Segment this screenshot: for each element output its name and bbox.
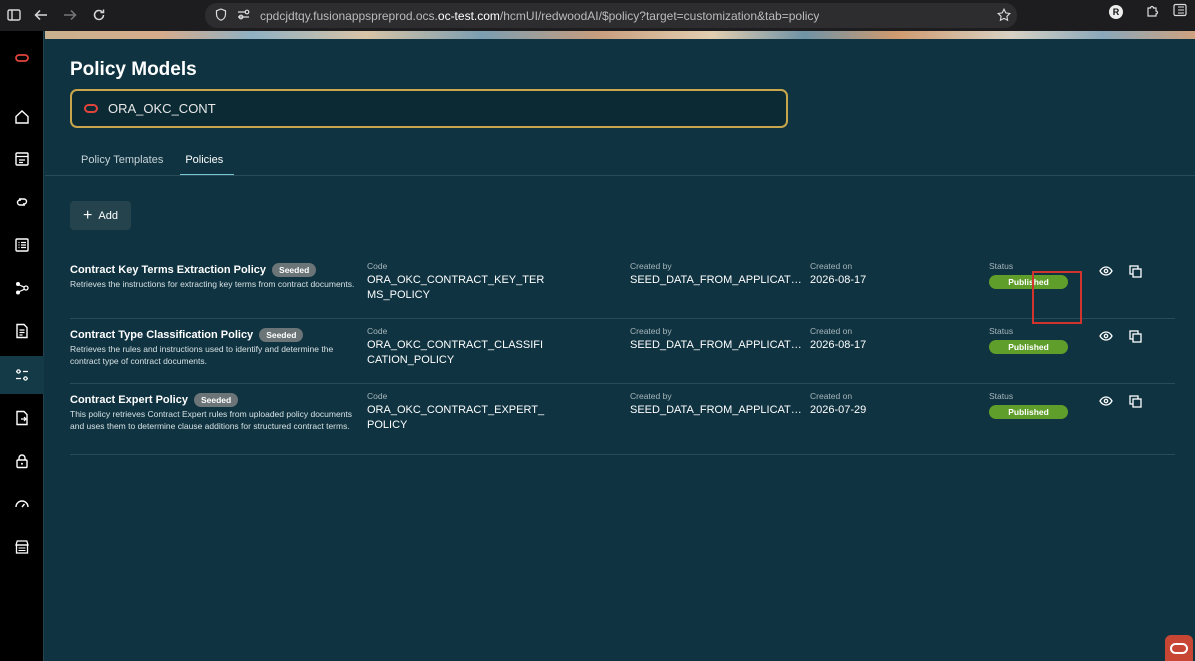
gauge-icon[interactable] xyxy=(0,485,44,523)
back-icon[interactable] xyxy=(29,3,53,27)
created-on-label: Created on xyxy=(810,261,853,271)
extensions-icon[interactable] xyxy=(1145,3,1159,20)
address-bar[interactable]: cpdcjdtqy.fusionappspreprod.ocs.oc-test.… xyxy=(205,3,1017,28)
site-settings-icon[interactable] xyxy=(237,9,250,23)
seeded-badge: Seeded xyxy=(259,328,304,342)
duplicate-icon[interactable] xyxy=(1124,260,1146,282)
policy-name[interactable]: Contract Key Terms Extraction Policy xyxy=(70,264,266,276)
forward-icon[interactable] xyxy=(58,3,82,27)
workflow-icon[interactable] xyxy=(0,269,44,307)
reload-icon[interactable] xyxy=(87,3,111,27)
created-on-label: Created on xyxy=(810,391,853,401)
status-label: Status xyxy=(989,326,1014,336)
main-content: Policy Models Policy Templates Policies … xyxy=(45,39,1195,661)
policy-row[interactable]: Contract Key Terms Extraction Policy See… xyxy=(70,254,1175,319)
navigation-rail xyxy=(0,31,44,661)
policy-description: Retrieves the instructions for extractin… xyxy=(70,279,355,289)
policy-created-by: SEED_DATA_FROM_APPLICAT… xyxy=(630,339,802,351)
policy-models-icon[interactable] xyxy=(0,356,44,394)
shield-icon[interactable] xyxy=(215,7,227,24)
browser-toolbar: cpdcjdtqy.fusionappspreprod.ocs.oc-test.… xyxy=(0,0,1195,31)
status-badge: Published xyxy=(989,340,1068,354)
view-icon[interactable] xyxy=(1095,325,1117,347)
policy-created-on: 2026-08-17 xyxy=(810,339,867,351)
policy-code: ORA_OKC_CONTRACT_KEY_TERMS_POLICY xyxy=(367,274,545,301)
menu-icon[interactable] xyxy=(1173,3,1187,20)
integrations-icon[interactable] xyxy=(0,183,44,221)
tab-divider xyxy=(45,175,1195,176)
inbox-icon[interactable] xyxy=(0,140,44,178)
profile-avatar[interactable]: R xyxy=(1109,4,1123,19)
policy-created-by: SEED_DATA_FROM_APPLICAT… xyxy=(630,274,802,286)
policy-created-on: 2026-08-17 xyxy=(810,274,867,286)
lock-icon[interactable] xyxy=(0,442,44,480)
oracle-logo-icon[interactable] xyxy=(0,39,44,77)
status-label: Status xyxy=(989,391,1014,401)
created-by-label: Created by xyxy=(630,326,672,336)
duplicate-icon[interactable] xyxy=(1124,390,1146,412)
status-badge: Published xyxy=(989,405,1068,419)
add-button[interactable]: + Add xyxy=(70,201,131,230)
tab-policies[interactable]: Policies xyxy=(174,149,235,176)
view-icon[interactable] xyxy=(1095,260,1117,282)
created-by-label: Created by xyxy=(630,391,672,401)
decorative-banner xyxy=(45,31,1195,39)
created-by-label: Created by xyxy=(630,261,672,271)
policy-created-on: 2026-07-29 xyxy=(810,404,867,416)
oracle-search-icon xyxy=(84,104,98,113)
page-title: Policy Models xyxy=(70,59,197,80)
store-icon[interactable] xyxy=(0,528,44,566)
code-label: Code xyxy=(367,326,388,336)
policy-code: ORA_OKC_CONTRACT_CLASSIFICATION_POLICY xyxy=(367,339,544,366)
policy-description: This policy retrieves Contract Expert ru… xyxy=(70,409,353,431)
status-label: Status xyxy=(989,261,1014,271)
url-text[interactable]: cpdcjdtqy.fusionappspreprod.ocs.oc-test.… xyxy=(260,9,819,23)
sidebar-toggle-icon[interactable] xyxy=(2,3,26,27)
policy-code: ORA_OKC_CONTRACT_EXPERT_POLICY xyxy=(367,404,545,431)
seeded-badge: Seeded xyxy=(193,393,239,407)
oracle-assistant-icon[interactable] xyxy=(1165,635,1193,661)
policy-row[interactable]: Contract Expert Policy Seeded This polic… xyxy=(70,384,1175,455)
highlight-annotation xyxy=(1032,271,1082,324)
policy-row[interactable]: Contract Type Classification Policy Seed… xyxy=(70,319,1175,384)
tab-policy-templates[interactable]: Policy Templates xyxy=(70,149,174,176)
home-icon[interactable] xyxy=(0,98,44,136)
search-input[interactable] xyxy=(108,101,708,116)
document-icon[interactable] xyxy=(0,312,44,350)
duplicate-icon[interactable] xyxy=(1124,325,1146,347)
view-icon[interactable] xyxy=(1095,390,1117,412)
policy-created-by: SEED_DATA_FROM_APPLICAT… xyxy=(630,404,802,416)
search-field[interactable] xyxy=(70,89,788,128)
policy-name[interactable]: Contract Type Classification Policy xyxy=(70,329,253,341)
code-label: Code xyxy=(367,261,388,271)
list-icon[interactable] xyxy=(0,226,44,264)
policy-description: Retrieves the rules and instructions use… xyxy=(70,344,334,366)
document-export-icon[interactable] xyxy=(0,399,44,437)
tab-bar: Policy Templates Policies xyxy=(70,149,235,176)
bookmark-star-icon[interactable] xyxy=(997,7,1011,25)
policy-name[interactable]: Contract Expert Policy xyxy=(70,394,188,406)
seeded-badge: Seeded xyxy=(272,263,317,277)
plus-icon: + xyxy=(83,206,93,224)
created-on-label: Created on xyxy=(810,326,853,336)
add-button-label: Add xyxy=(98,209,118,222)
code-label: Code xyxy=(367,391,388,401)
